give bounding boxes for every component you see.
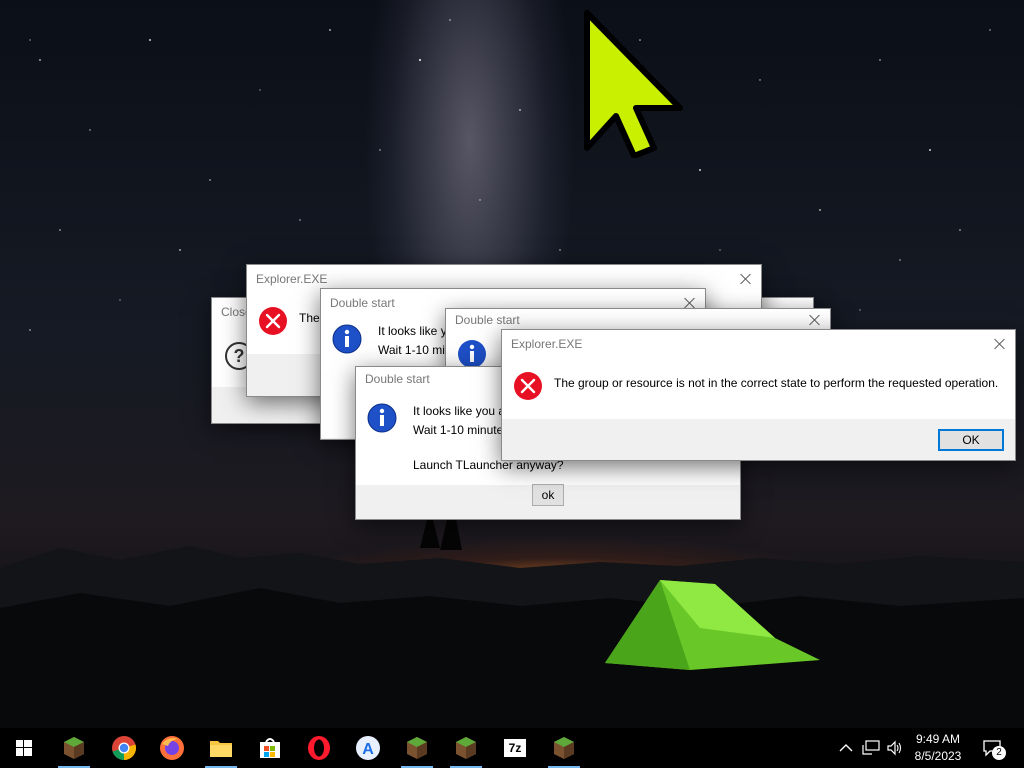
- close-icon[interactable]: [993, 337, 1007, 351]
- a-circle-icon[interactable]: A: [354, 734, 382, 762]
- taskbar: A 7z 9:49 AM 8/5/2023 2: [0, 728, 1024, 768]
- explorer-front-message: The group or resource is not in the corr…: [554, 376, 999, 390]
- error-icon: [259, 307, 287, 335]
- explorer-front-title: Explorer.EXE: [511, 337, 583, 351]
- svg-text:A: A: [362, 741, 374, 758]
- info-icon: [332, 324, 362, 354]
- network-icon[interactable]: [862, 740, 880, 756]
- minecraft-grass-block-icon[interactable]: [60, 734, 88, 762]
- 7z-icon[interactable]: 7z: [501, 734, 529, 762]
- explorer-error-dialog-front: Explorer.EXE The group or resource is no…: [501, 329, 1016, 461]
- clock-time[interactable]: 9:49 AM: [903, 732, 973, 746]
- chevron-up-icon[interactable]: [839, 742, 853, 754]
- firefox-icon[interactable]: [158, 734, 186, 762]
- svg-text:?: ?: [234, 346, 245, 366]
- ok-button[interactable]: ok: [532, 484, 564, 506]
- double-start-1-title: Double start: [330, 296, 395, 310]
- system-tray: 9:49 AM 8/5/2023 2: [832, 728, 1024, 768]
- explorer-front-titlebar[interactable]: Explorer.EXE: [502, 330, 1015, 359]
- double-start-2-title: Double start: [455, 313, 520, 327]
- double-start-3-title: Double start: [365, 372, 430, 386]
- notification-count-badge: 2: [992, 746, 1006, 760]
- folder-icon[interactable]: [207, 734, 235, 762]
- double-start-2-titlebar[interactable]: Double start: [446, 309, 830, 331]
- double-start-1-line1: It looks like y: [378, 324, 447, 338]
- info-icon: [367, 403, 397, 433]
- minecraft-grass-block-icon[interactable]: [550, 734, 578, 762]
- mouse-cursor-arrow-icon: [584, 10, 683, 158]
- info-icon: [458, 340, 486, 368]
- desktop-background: Close ? Explorer.EXE The Double start It…: [0, 0, 1024, 728]
- close-icon[interactable]: [739, 272, 753, 286]
- volume-icon[interactable]: [886, 740, 904, 756]
- double-start-3-line2: Wait 1-10 minute: [413, 423, 504, 437]
- clock-date[interactable]: 8/5/2023: [903, 749, 973, 763]
- explorer-back-title: Explorer.EXE: [256, 272, 328, 286]
- minecraft-grass-block-icon[interactable]: [452, 734, 480, 762]
- close-icon[interactable]: [808, 313, 822, 327]
- windows-logo-icon[interactable]: [10, 734, 38, 762]
- 7z-label: 7z: [504, 739, 526, 757]
- double-start-1-line2: Wait 1-10 mi: [378, 343, 445, 357]
- double-start-3-line1: It looks like you a: [413, 404, 506, 418]
- opera-icon[interactable]: [305, 734, 333, 762]
- explorer-back-message: The: [299, 311, 320, 325]
- minecraft-grass-block-icon[interactable]: [403, 734, 431, 762]
- ok-button[interactable]: OK: [938, 429, 1004, 451]
- store-bag-icon[interactable]: [256, 734, 284, 762]
- chrome-icon[interactable]: [110, 734, 138, 762]
- mountain-silhouette: [0, 498, 1024, 728]
- error-icon: [514, 372, 542, 400]
